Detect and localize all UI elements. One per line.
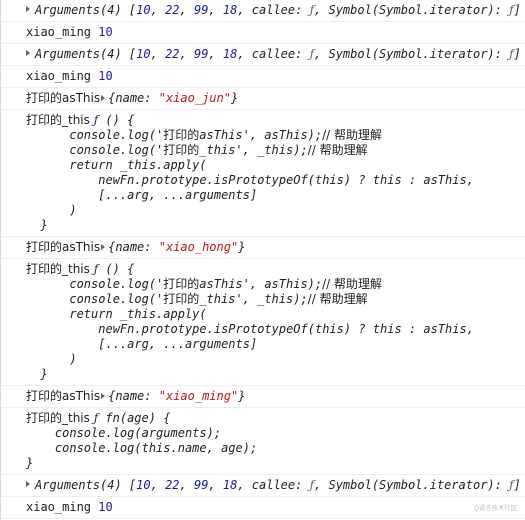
function-body-line: } bbox=[26, 456, 34, 470]
function-header-line: 打印的_this ƒ () { bbox=[26, 262, 525, 277]
console-log-row[interactable]: 打印的_this ƒ () { console.log('打印的asThis',… bbox=[1, 259, 525, 386]
arguments-object-text: Arguments(4) [10, 22, 99, 18, callee: ƒ,… bbox=[35, 47, 521, 61]
arguments-object-text: Arguments(4) [10, 22, 99, 18, callee: ƒ,… bbox=[35, 478, 521, 492]
function-signature-text: fn(age) { bbox=[98, 411, 171, 425]
expand-triangle-icon[interactable] bbox=[26, 50, 30, 56]
function-body-line: console.log('打印的asThis', asThis);// 帮助理解 bbox=[26, 277, 383, 291]
function-body-line: console.log('打印的_this', _this);// 帮助理解 bbox=[26, 292, 368, 306]
function-header-line: 打印的_this ƒ fn(age) { bbox=[26, 411, 525, 426]
console-log-text: xiao_ming 10 bbox=[26, 69, 113, 83]
console-log-text: xiao_ming 10 bbox=[26, 25, 113, 39]
object-preview-text: {name: "xiao_jun"} bbox=[108, 91, 239, 105]
expand-triangle-icon[interactable] bbox=[26, 6, 30, 12]
arguments-object-text: Arguments(4) [10, 22, 99, 18, callee: ƒ,… bbox=[35, 3, 521, 17]
devtools-console-panel[interactable]: Arguments(4) [10, 22, 99, 18, callee: ƒ,… bbox=[0, 0, 525, 520]
function-symbol-icon: ƒ bbox=[89, 113, 99, 127]
function-body-line: ) bbox=[26, 203, 77, 217]
object-preview-text: {name: "xiao_ming"} bbox=[108, 389, 246, 403]
function-symbol-icon: ƒ bbox=[89, 411, 99, 425]
function-body-line: return _this.apply( bbox=[26, 307, 207, 321]
expand-triangle-icon[interactable] bbox=[101, 393, 106, 399]
function-body-line: return _this.apply( bbox=[26, 158, 207, 172]
function-header-line: 打印的_this ƒ () { bbox=[26, 113, 525, 128]
log-label-printed-this: 打印的_this bbox=[26, 411, 90, 425]
watermark-text: Ϙ语言技术社区 bbox=[474, 505, 517, 512]
log-label-printed-this: 打印的_this bbox=[26, 113, 90, 127]
console-log-row[interactable]: Arguments(4) [10, 22, 99, 18, callee: ƒ,… bbox=[1, 44, 525, 66]
log-label-printed-as-this: 打印的asThis bbox=[26, 240, 101, 254]
function-body-line: } bbox=[26, 218, 48, 232]
console-log-row[interactable]: 打印的asThis {name: "xiao_ming"} bbox=[1, 386, 525, 408]
function-body-line: console.log('打印的asThis', asThis);// 帮助理解 bbox=[26, 128, 383, 142]
log-label-printed-as-this: 打印的asThis bbox=[26, 389, 101, 403]
console-log-row[interactable]: xiao_ming 10 bbox=[1, 22, 525, 44]
expand-triangle-icon[interactable] bbox=[101, 244, 106, 250]
function-body-line: ) bbox=[26, 352, 77, 366]
function-body-line: newFn.prototype.isPrototypeOf(this) ? th… bbox=[26, 173, 474, 187]
console-log-row[interactable]: xiao_ming 10 bbox=[1, 66, 525, 88]
log-label-printed-this: 打印的_this bbox=[26, 262, 90, 276]
function-body-line: console.log(this.name, age); bbox=[26, 441, 258, 455]
console-log-list: Arguments(4) [10, 22, 99, 18, callee: ƒ,… bbox=[1, 0, 525, 519]
console-log-row[interactable]: xiao_ming 10 bbox=[1, 497, 525, 519]
console-log-row[interactable]: Arguments(4) [10, 22, 99, 18, callee: ƒ,… bbox=[1, 0, 525, 22]
function-body-line: [...arg, ...arguments] bbox=[26, 188, 258, 202]
console-log-row[interactable]: 打印的asThis {name: "xiao_jun"} bbox=[1, 88, 525, 110]
console-log-text: xiao_ming 10 bbox=[26, 500, 113, 514]
function-body-line: [...arg, ...arguments] bbox=[26, 337, 258, 351]
function-body-line: console.log(arguments); bbox=[26, 426, 222, 440]
function-body-line: newFn.prototype.isPrototypeOf(this) ? th… bbox=[26, 322, 474, 336]
function-body-line: } bbox=[26, 367, 48, 381]
expand-triangle-icon[interactable] bbox=[26, 481, 30, 487]
console-log-row[interactable]: 打印的_this ƒ fn(age) { console.log(argumen… bbox=[1, 408, 525, 475]
log-label-printed-as-this: 打印的asThis bbox=[26, 91, 101, 105]
console-log-row[interactable]: Arguments(4) [10, 22, 99, 18, callee: ƒ,… bbox=[1, 475, 525, 497]
console-log-row[interactable]: 打印的_this ƒ () { console.log('打印的asThis',… bbox=[1, 110, 525, 237]
function-symbol-icon: ƒ bbox=[89, 262, 99, 276]
function-signature-text: () { bbox=[98, 113, 135, 127]
console-log-row[interactable]: 打印的asThis {name: "xiao_hong"} bbox=[1, 237, 525, 259]
expand-triangle-icon[interactable] bbox=[101, 95, 106, 101]
function-signature-text: () { bbox=[98, 262, 135, 276]
function-body-line: console.log('打印的_this', _this);// 帮助理解 bbox=[26, 143, 368, 157]
object-preview-text: {name: "xiao_hong"} bbox=[108, 240, 246, 254]
